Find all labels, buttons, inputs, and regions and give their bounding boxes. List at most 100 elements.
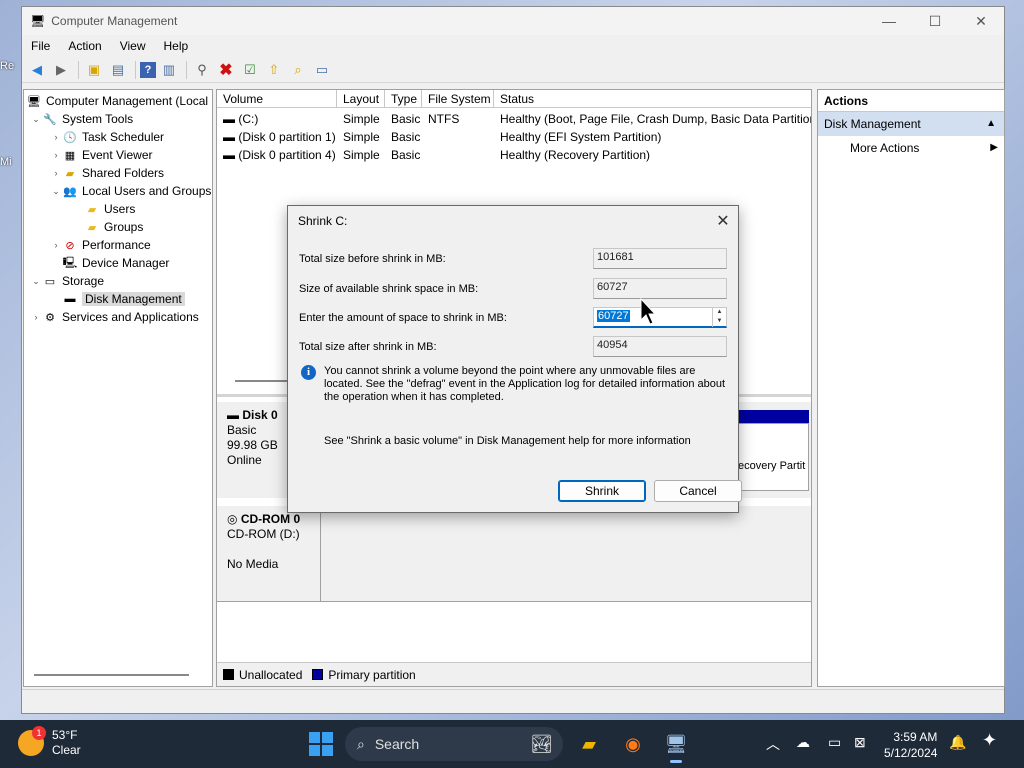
column-header-type[interactable]: Type [385,90,422,108]
connect-icon[interactable]: ⚲ [191,60,213,80]
volume-name: (Disk 0 partition 1) [238,129,336,144]
cdrom-icon: ◎ [227,512,241,526]
folder-icon: ▰ [87,221,97,234]
submenu-arrow-icon: ▶ [990,142,998,153]
tree-item-groups[interactable]: ▰ Groups [84,218,144,236]
volume-status: Healthy (Boot, Page File, Crash Dump, Ba… [500,111,812,126]
expand-chevron-icon[interactable]: › [50,150,62,160]
maximize-button[interactable]: ☐ [912,7,958,35]
show-hidden-icons-chevron-icon[interactable]: ︿ [766,734,780,754]
column-header-layout[interactable]: Layout [337,90,385,108]
view-icon[interactable]: ▭ [311,60,333,80]
search-icon: ⌕ [357,735,365,752]
more-actions-item[interactable]: More Actions ▶ [818,136,1004,160]
cancel-button[interactable]: Cancel [654,480,742,502]
column-header-status[interactable]: Status [494,90,811,108]
menu-view[interactable]: View [111,39,155,53]
menu-help[interactable]: Help [155,39,198,53]
column-header-volume[interactable]: Volume [217,90,337,108]
clock-date: 5/12/2024 [884,746,938,760]
file-explorer-icon[interactable]: ▰ [575,730,603,758]
help-icon[interactable]: ? [140,61,156,78]
table-row[interactable]: ▬ (Disk 0 partition 1) Simple Basic Heal… [217,128,661,145]
computer-management-taskbar-icon[interactable]: 🖥 [662,730,690,763]
firefox-icon[interactable]: ◉ [619,730,647,758]
collapse-chevron-icon[interactable]: ⌄ [30,276,42,287]
search-highlight-icon: 🏞 [530,733,553,754]
shrink-amount-stepper[interactable]: ▲ ▼ [712,308,726,327]
unallocated-swatch [223,669,234,680]
menu-file[interactable]: File [22,39,59,53]
volume-status: Healthy (Recovery Partition) [500,147,651,162]
expand-chevron-icon[interactable]: › [30,312,42,322]
dialog-title-bar[interactable]: Shrink C: ✕ [288,206,738,236]
network-icon[interactable]: ⊠ [854,734,866,751]
show-hide-tree-icon[interactable]: ▤ [107,60,129,80]
horizontal-scrollbar[interactable] [235,380,295,382]
tree-item-users[interactable]: ▰ Users [84,200,136,218]
dialog-close-icon[interactable]: ✕ [708,211,738,231]
stepper-down-icon[interactable]: ▼ [713,317,726,326]
tree-item-services[interactable]: › ⚙ Services and Applications [30,308,199,326]
table-row[interactable]: ▬ (Disk 0 partition 4) Simple Basic Heal… [217,146,650,163]
shrink-amount-input[interactable]: 60727 ▲ ▼ [593,307,727,328]
app-icon: 🖥 [30,14,46,28]
expand-chevron-icon[interactable]: › [50,132,62,142]
partition-header-bar [737,410,809,423]
copilot-icon[interactable]: ✦ [982,730,997,751]
collapse-chevron-icon[interactable]: ⌄ [30,114,42,125]
menu-action[interactable]: Action [59,39,110,53]
cdrom-0-info[interactable]: ◎ CD-ROM 0 CD-ROM (D:) No Media [217,506,321,601]
forward-arrow-icon[interactable]: ▶ [50,60,72,80]
menu-bar: File Action View Help [22,35,1004,57]
export-icon[interactable]: ⇧ [263,60,285,80]
computer-icon: 🖥 [27,95,41,108]
show-hide-action-pane-icon[interactable]: ▥ [158,60,180,80]
shrink-button[interactable]: Shrink [558,480,646,502]
weather-temperature: 53°F [52,728,78,742]
recovery-partition-block[interactable]: ecovery Partit [737,423,809,491]
onedrive-cloud-icon[interactable]: ☁ [796,734,810,751]
display-icon[interactable]: ▭ [828,734,841,751]
notification-bell-icon[interactable]: 🔔 [949,734,966,751]
close-button[interactable]: ✕ [958,7,1004,35]
stepper-up-icon[interactable]: ▲ [713,308,726,317]
tree-item-storage[interactable]: ⌄ ▭ Storage [30,272,104,290]
delete-icon[interactable]: ✖ [215,60,237,80]
tree-item-event-viewer[interactable]: › ▦ Event Viewer [50,146,153,164]
column-header-file-system[interactable]: File System [422,90,494,108]
tree-item-local-users[interactable]: ⌄ 👥 Local Users and Groups [50,182,211,200]
up-folder-icon[interactable]: ▣ [83,60,105,80]
search-folder-icon[interactable]: ⌕ [287,60,309,80]
back-arrow-icon[interactable]: ◀ [26,60,48,80]
properties-icon[interactable]: ☑ [239,60,261,80]
actions-section-disk-management[interactable]: Disk Management ▲ [818,112,1004,136]
taskbar-search[interactable]: ⌕ Search 🏞 [345,727,563,761]
info-icon: i [301,365,316,380]
collapse-chevron-icon[interactable]: ⌄ [50,186,62,197]
expand-chevron-icon[interactable]: › [50,240,62,250]
cdrom-name: CD-ROM 0 [240,512,301,526]
minimize-button[interactable]: — [866,7,912,35]
weather-widget[interactable]: 1 53°F Clear [18,726,81,758]
table-row[interactable]: ▬ (C:) Simple Basic NTFS Healthy (Boot, … [217,110,812,127]
storage-icon: ▭ [44,275,56,288]
tree-item-disk-management[interactable]: ▬ Disk Management [62,290,185,308]
start-button[interactable] [309,732,333,756]
tree-item-task-scheduler[interactable]: › 🕓 Task Scheduler [50,128,165,146]
horizontal-scrollbar[interactable] [34,674,189,676]
cdrom-0-row[interactable]: ◎ CD-ROM 0 CD-ROM (D:) No Media [217,506,811,602]
expand-chevron-icon[interactable]: › [50,168,62,178]
tree-item-system-tools[interactable]: ⌄ 🔧 System Tools [30,110,133,128]
system-clock[interactable]: 3:59 AM 5/12/2024 [884,729,937,761]
desktop-icon-label[interactable]: Mi [0,156,22,168]
tree-item-performance[interactable]: › ⊘ Performance [50,236,151,254]
title-bar[interactable]: 🖥 Computer Management — ☐ ✕ [22,7,1004,35]
collapse-triangle-icon[interactable]: ▲ [986,112,996,136]
shared-folder-icon: ▰ [65,167,75,180]
desktop-icon-label[interactable]: Re [0,60,22,72]
tree-item-device-manager[interactable]: 🖳 Device Manager [62,254,170,272]
tree-item-root[interactable]: 🖥 Computer Management (Local [26,92,208,110]
volume-icon: ▬ [223,111,239,126]
tree-item-shared-folders[interactable]: › ▰ Shared Folders [50,164,165,182]
